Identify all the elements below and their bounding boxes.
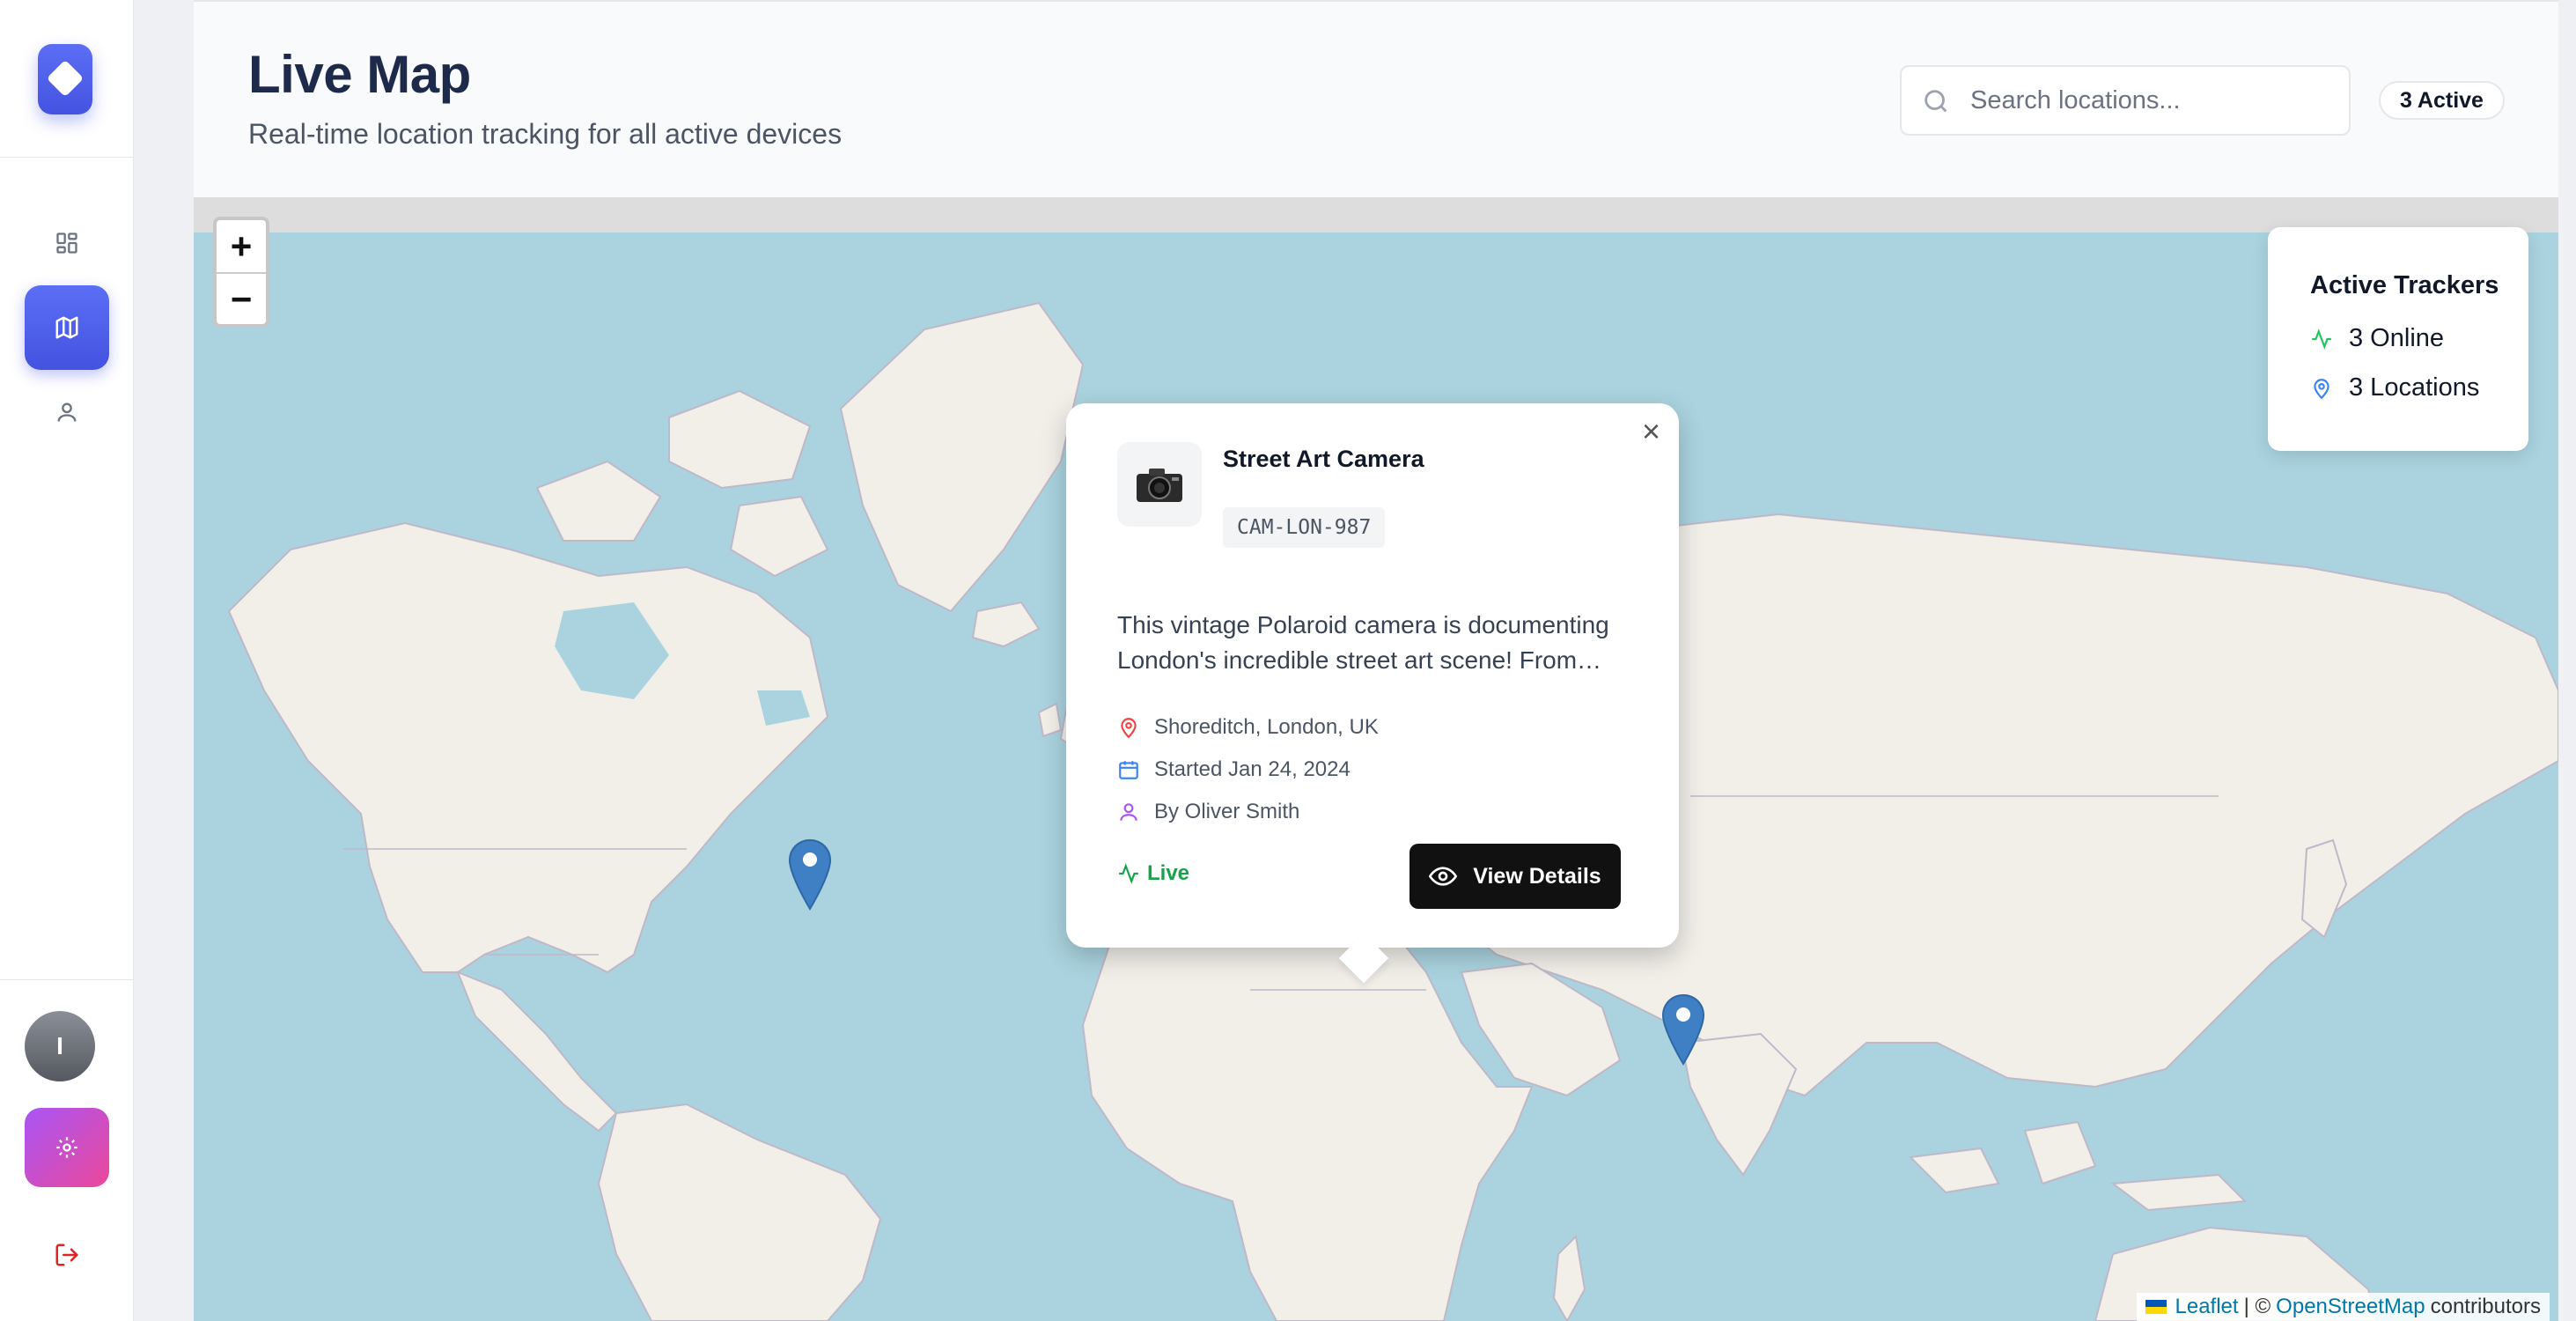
gear-icon: [56, 1137, 77, 1158]
trackers-locations-row: 3 Locations: [2310, 373, 2479, 402]
map-view[interactable]: + − Active Trackers 3 Online 3 Locations…: [194, 197, 2558, 1321]
view-details-label: View Details: [1473, 863, 1601, 889]
user-icon: [57, 402, 77, 422]
trackers-locations: 3 Locations: [2349, 373, 2480, 402]
grid-icon: [56, 232, 77, 254]
sidebar: I: [0, 0, 134, 1321]
device-description: This vintage Polaroid camera is document…: [1117, 611, 1609, 674]
active-trackers-panel: Active Trackers 3 Online 3 Locations: [2268, 227, 2528, 451]
sidebar-item-dashboard[interactable]: [25, 201, 109, 285]
view-details-button[interactable]: View Details: [1409, 844, 1621, 909]
user-avatar[interactable]: I: [25, 1011, 95, 1081]
activity-icon: [2312, 328, 2331, 350]
activity-icon: [1119, 863, 1138, 884]
sidebar-divider: [0, 157, 134, 158]
live-status: Live: [1117, 861, 1189, 886]
search-icon: [1925, 90, 1947, 113]
camera-icon: [1137, 469, 1182, 502]
attribution-separator: | ©: [2243, 1295, 2271, 1318]
eye-icon: [1429, 867, 1458, 886]
new-york-marker[interactable]: [787, 838, 833, 911]
live-label: Live: [1147, 861, 1190, 885]
app-logo[interactable]: [38, 44, 92, 114]
zoom-control: + −: [213, 217, 269, 328]
ukraine-flag-icon: [2145, 1300, 2167, 1314]
device-owner: By Oliver Smith: [1154, 800, 1300, 823]
diamond-logo-icon: [46, 59, 85, 98]
owner-row: By Oliver Smith: [1117, 800, 1299, 824]
search-input[interactable]: [1970, 81, 2340, 120]
bangkok-marker[interactable]: [1660, 993, 1706, 1066]
trackers-online-row: 3 Online: [2310, 324, 2444, 353]
device-started: Started Jan 24, 2024: [1154, 757, 1351, 781]
map-icon: [55, 316, 78, 339]
device-code: CAM-LON-987: [1223, 507, 1386, 548]
trackers-title: Active Trackers: [2310, 271, 2499, 299]
search-box[interactable]: [1900, 65, 2351, 136]
zoom-out-button[interactable]: −: [217, 272, 266, 324]
user-icon: [1120, 803, 1137, 821]
location-popup: × Street Art Camera CAM-LON-987 This vin…: [1066, 403, 1679, 984]
location-pin-icon: [2314, 378, 2329, 399]
page-header: Live Map Real-time location tracking for…: [194, 0, 2558, 197]
device-thumbnail: [1117, 442, 1202, 527]
sidebar-divider: [0, 979, 134, 980]
map-pin-icon: [788, 838, 832, 911]
device-name: Street Art Camera: [1223, 446, 1424, 472]
trackers-online: 3 Online: [2349, 324, 2445, 352]
sidebar-item-map[interactable]: [25, 285, 109, 370]
sidebar-item-profile[interactable]: [25, 370, 109, 454]
logout-icon: [55, 1244, 79, 1266]
map-pin-icon: [1661, 993, 1705, 1066]
popup-close-button[interactable]: ×: [1642, 416, 1660, 447]
started-row: Started Jan 24, 2024: [1117, 757, 1351, 782]
location-pin-icon: [1121, 718, 1137, 739]
leaflet-link[interactable]: Leaflet: [2175, 1293, 2239, 1321]
calendar-icon: [1119, 761, 1138, 779]
active-count-badge: 3 Active: [2379, 81, 2505, 120]
device-location: Shoreditch, London, UK: [1154, 715, 1379, 739]
page-subtitle: Real-time location tracking for all acti…: [248, 118, 843, 150]
settings-button[interactable]: [25, 1108, 109, 1187]
attribution-suffix: contributors: [2430, 1295, 2541, 1318]
logout-button[interactable]: [49, 1237, 85, 1273]
map-attribution: Leaflet | © OpenStreetMap contributors: [2136, 1293, 2550, 1321]
zoom-in-button[interactable]: +: [217, 220, 266, 272]
osm-link[interactable]: OpenStreetMap: [2276, 1293, 2425, 1321]
page-title: Live Map: [248, 45, 471, 104]
location-row: Shoreditch, London, UK: [1117, 715, 1379, 740]
